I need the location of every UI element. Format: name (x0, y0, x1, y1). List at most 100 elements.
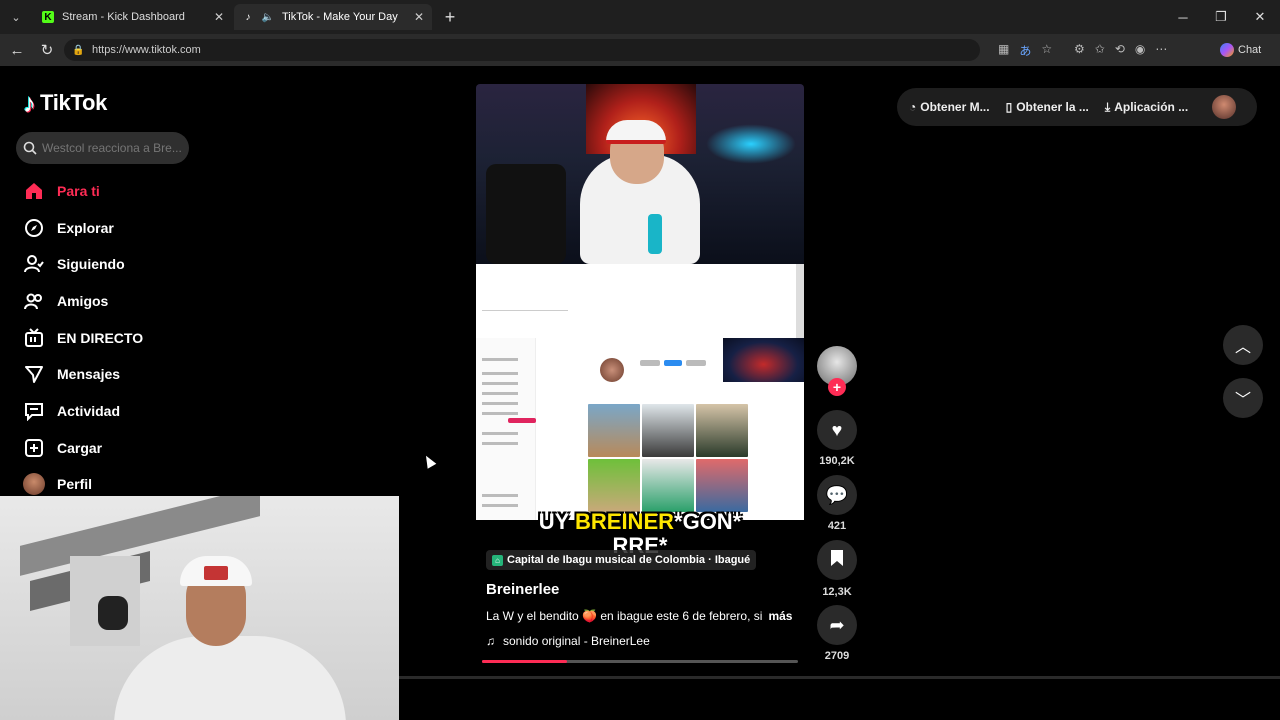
profile-avatar (23, 473, 45, 495)
nav-cargar[interactable]: Cargar (23, 433, 102, 463)
comment-count: 421 (827, 520, 847, 532)
video-frame-blank (476, 264, 804, 338)
kick-icon: K (42, 11, 54, 23)
minimize-button[interactable]: ─ (1170, 6, 1196, 28)
nav-label: Cargar (57, 440, 103, 456)
get-coins-button[interactable]: ◔ Obtener M... (909, 100, 990, 114)
chevron-up-icon: ︿ (1234, 339, 1251, 356)
copilot-icon (1220, 43, 1234, 57)
video-frame-streamer (476, 84, 804, 264)
streamer-cap (606, 120, 666, 144)
search-icon[interactable] (22, 140, 38, 156)
get-app-button[interactable]: ▯ Obtener la ... (1006, 100, 1089, 114)
copilot-chat-button[interactable]: Chat (1220, 40, 1272, 60)
nav-label: Amigos (57, 293, 109, 309)
lock-icon: 🔒 (72, 44, 85, 56)
speaker-icon[interactable]: 🔈 (262, 11, 274, 23)
video-description: La W y el bendito 🍑 en ibague este 6 de … (486, 609, 792, 623)
more-button[interactable]: más (768, 609, 792, 623)
nav-mensajes[interactable]: Mensajes (23, 359, 120, 389)
more-icon[interactable]: ⋯ (1155, 42, 1167, 60)
home-icon (23, 180, 45, 202)
comment-button[interactable]: 💬 (817, 475, 857, 515)
video-author[interactable]: Breinerlee (486, 581, 559, 598)
search-input[interactable] (42, 141, 182, 155)
nav-amigos[interactable]: Amigos (23, 286, 108, 316)
tab-kick-dashboard[interactable]: K Stream - Kick Dashboard ✕ (34, 4, 232, 30)
next-video-button[interactable]: ﹀ (1223, 378, 1263, 418)
address-bar-icons: ▦ あ ☆ (998, 42, 1052, 60)
description-text: La W y el bendito 🍑 en ibague este 6 de … (486, 609, 763, 623)
messages-icon (23, 363, 45, 385)
compass-icon (23, 217, 45, 239)
nav-perfil[interactable]: Perfil (23, 469, 92, 499)
action-label: Obtener M... (920, 100, 990, 114)
sound-text: sonido original - BreinerLee (503, 634, 650, 648)
save-button[interactable] (817, 540, 857, 580)
progress-fill (482, 660, 568, 663)
nav-label: Explorar (57, 220, 114, 236)
divider (399, 676, 1280, 679)
nav-label: Mensajes (57, 366, 121, 382)
extensions-icon[interactable]: ⚙ (1074, 42, 1085, 60)
chevron-down-icon: ﹀ (1234, 392, 1251, 409)
tiktok-icon: ♪ (245, 11, 251, 23)
video-progress-bar[interactable] (482, 660, 798, 663)
follow-button[interactable]: + (828, 378, 846, 396)
download-icon: ⤓ (1104, 99, 1111, 114)
back-button[interactable]: ← (6, 40, 28, 60)
close-icon[interactable]: ✕ (414, 10, 424, 24)
toolbar-icons: ⚙ ✩ ⟲ ◉ ⋯ (1074, 42, 1167, 60)
nav-actividad[interactable]: Actividad (23, 396, 120, 426)
action-label: Obtener la ... (1016, 100, 1089, 114)
translate-icon[interactable]: あ (1019, 42, 1031, 60)
save-count: 12,3K (822, 586, 852, 598)
action-label: Aplicación ... (1114, 100, 1189, 114)
tiktok-note-icon: ♪ (23, 87, 36, 118)
desktop-app-button[interactable]: ⤓ Aplicación ... (1105, 100, 1188, 115)
tab-title: TikTok - Make Your Day (282, 11, 398, 23)
nav-siguiendo[interactable]: Siguiendo (23, 249, 125, 279)
nav-label: Para ti (57, 183, 100, 199)
search-box[interactable] (16, 132, 189, 164)
favorites-icon[interactable]: ✩ (1095, 42, 1105, 60)
water-bottle (648, 214, 662, 254)
history-icon[interactable]: ⟲ (1115, 42, 1125, 60)
share-button[interactable]: ➦ (817, 605, 857, 645)
close-window-button[interactable]: ✕ (1247, 6, 1273, 28)
star-icon[interactable]: ☆ (1041, 42, 1052, 60)
music-note-icon: ♫ (486, 634, 495, 648)
tab-tiktok[interactable]: ♪ 🔈 TikTok - Make Your Day ✕ (234, 4, 432, 30)
location-icon: ⌂ (492, 554, 503, 566)
tiktok-logo[interactable]: ♪ TikTok (23, 88, 107, 118)
location-tag[interactable]: ⌂ Capital de Ibagu musical de Colombia ·… (486, 550, 757, 570)
comment-icon: 💬 (825, 484, 849, 505)
heart-icon: ♥ (831, 419, 843, 440)
live-icon (23, 327, 45, 349)
refresh-button[interactable]: ↻ (36, 40, 58, 60)
share-count: 2709 (824, 650, 850, 662)
nav-label: EN DIRECTO (57, 330, 144, 346)
close-icon[interactable]: ✕ (214, 10, 224, 24)
user-avatar[interactable] (1212, 95, 1237, 119)
chevron-down-icon: ⌄ (11, 11, 21, 24)
like-count: 190,2K (819, 455, 855, 467)
phone-icon: ▯ (1005, 100, 1013, 114)
new-tab-button[interactable]: + (440, 6, 460, 28)
nav-label: Perfil (57, 476, 93, 492)
video-player[interactable]: UY BREINER*GON* RRE* ⌂ Capital de Ibagu … (476, 84, 804, 664)
like-button[interactable]: ♥ (817, 410, 857, 450)
video-frame-instagram (476, 338, 804, 520)
video-sound[interactable]: ♫ sonido original - BreinerLee (486, 634, 650, 648)
url-text: https://www.tiktok.com (92, 44, 201, 56)
profile-icon[interactable]: ◉ (1135, 42, 1145, 60)
address-bar[interactable]: 🔒 https://www.tiktok.com (64, 39, 980, 61)
apps-icon[interactable]: ▦ (998, 42, 1009, 60)
bookmark-icon (830, 549, 844, 572)
tab-actions-menu[interactable]: ⌄ (4, 6, 28, 28)
nav-para-ti[interactable]: Para ti (23, 176, 100, 206)
nav-explorar[interactable]: Explorar (23, 213, 114, 243)
restore-button[interactable]: ❐ (1208, 6, 1234, 28)
nav-en-directo[interactable]: EN DIRECTO (23, 323, 143, 353)
previous-video-button[interactable]: ︿ (1223, 325, 1263, 365)
